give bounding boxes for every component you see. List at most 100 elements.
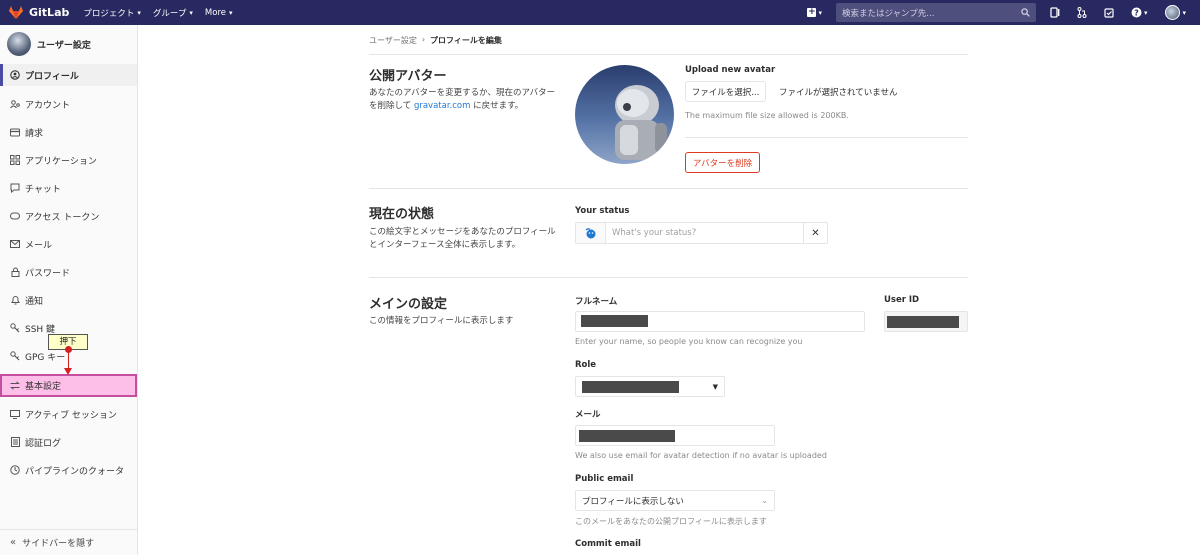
key-icon <box>10 351 20 361</box>
top-navbar: GitLab プロジェクト ▾ グループ ▾ More ▾ + ▾ 検索またはジャンプ先… <box>0 0 1200 25</box>
monitor-icon <box>10 409 20 419</box>
status-section-title: 現在の状態 <box>369 207 435 222</box>
sidebar-item-label: プロフィール <box>25 71 79 82</box>
sidebar-item-active-sessions[interactable]: アクティブ セッション <box>0 403 137 425</box>
sidebar-item-emails[interactable]: メール <box>0 233 137 255</box>
search-placeholder: 検索またはジャンプ先... <box>841 8 935 19</box>
sidebar-item-label: 認証ログ <box>25 438 62 449</box>
avatar-desc-text-2: に戻せます。 <box>470 101 524 111</box>
main-settings-title: メインの設定 <box>369 297 448 312</box>
public-email-value: プロフィールに表示しない <box>582 496 684 507</box>
chevron-down-icon: ▾ <box>137 8 141 17</box>
sidebar-item-notifications[interactable]: 通知 <box>0 289 137 311</box>
main-content: ユーザー設定 › プロフィールを編集 公開アバター あなたのアバターを変更するか… <box>138 25 1200 555</box>
preferences-icon <box>10 381 20 391</box>
fullname-help: Enter your name, so people you know can … <box>575 337 803 346</box>
merge-request-icon[interactable] <box>1077 7 1088 18</box>
plus-icon: + <box>807 7 817 17</box>
user-menu-button[interactable]: ▾ <box>1165 5 1186 20</box>
issues-icon[interactable] <box>1050 7 1061 18</box>
question-icon: ? <box>1131 7 1142 18</box>
applications-icon <box>10 155 20 165</box>
sidebar-title: ユーザー設定 <box>37 40 91 51</box>
search-input[interactable]: 検索またはジャンプ先... <box>835 3 1036 22</box>
sidebar-item-account[interactable]: アカウント <box>0 93 137 115</box>
sidebar-item-profile[interactable]: プロフィール <box>0 64 137 86</box>
token-icon <box>10 211 20 221</box>
sidebar-item-label: SSH 鍵 <box>25 324 56 335</box>
role-select[interactable]: ▼ <box>575 376 725 397</box>
search-icon <box>1021 8 1030 17</box>
svg-text:?: ? <box>1134 8 1139 17</box>
mail-icon <box>10 239 20 249</box>
sidebar-item-billing[interactable]: 請求 <box>0 121 137 143</box>
sidebar-item-pipeline-quota[interactable]: パイプラインのクォータ <box>0 459 137 481</box>
gitlab-tanuki-icon <box>9 6 23 19</box>
user-id-label: User ID <box>884 295 920 305</box>
todo-icon[interactable] <box>1104 7 1115 18</box>
collapse-sidebar-button[interactable]: « サイドバーを隠す <box>0 529 137 555</box>
fullname-label: フルネーム <box>575 297 618 307</box>
sidebar-item-label: パスワード <box>25 268 71 279</box>
sidebar-item-label: パイプラインのクォータ <box>25 466 125 477</box>
emoji-picker-button[interactable] <box>576 223 606 243</box>
commit-email-label: Commit email <box>575 539 641 549</box>
sidebar-item-label: 基本設定 <box>25 382 62 392</box>
avatar <box>7 32 31 56</box>
settings-sidebar: ユーザー設定 プロフィール アカウント 請求 アプリケーション チャット アクセ… <box>0 25 138 555</box>
collapse-sidebar-label: サイドバーを隠す <box>22 539 95 549</box>
caret-down-icon: ▼ <box>712 382 718 391</box>
avatar-preview <box>575 65 674 164</box>
choose-file-button[interactable]: ファイルを選択... <box>685 81 766 102</box>
sidebar-item-password[interactable]: パスワード <box>0 261 137 283</box>
key-icon <box>10 323 20 333</box>
sidebar-item-access-tokens[interactable]: アクセス トークン <box>0 205 137 227</box>
status-label: Your status <box>575 206 630 216</box>
sidebar-item-applications[interactable]: アプリケーション <box>0 149 137 171</box>
clear-status-button[interactable]: ✕ <box>803 223 827 243</box>
chevron-down-icon: ▾ <box>818 8 822 17</box>
credit-card-icon <box>10 127 20 137</box>
public-email-help: このメールをあなたの公開プロフィールに表示します <box>575 517 767 526</box>
status-message-input[interactable]: What's your status? <box>606 223 803 243</box>
nav-groups[interactable]: グループ ▾ <box>153 7 193 19</box>
sidebar-item-label: 請求 <box>25 128 44 139</box>
no-file-text: ファイルが選択されていません <box>779 88 898 98</box>
email-help: We also use email for avatar detection i… <box>575 451 827 460</box>
max-size-help: The maximum file size allowed is 200KB. <box>685 111 849 120</box>
sidebar-item-chat[interactable]: チャット <box>0 177 137 199</box>
sidebar-item-auth-log[interactable]: 認証ログ <box>0 431 137 453</box>
sidebar-item-preferences[interactable]: 基本設定 <box>0 374 137 397</box>
sidebar-item-label: 通知 <box>25 296 44 307</box>
comment-icon <box>10 183 20 193</box>
bell-icon <box>10 295 20 305</box>
help-button[interactable]: ? ▾ <box>1131 7 1147 18</box>
gravatar-link[interactable]: gravatar.com <box>414 101 470 111</box>
log-icon <box>10 437 20 447</box>
robot-avatar-image <box>615 85 667 160</box>
chevron-down-icon: ▾ <box>1182 8 1186 17</box>
nav-projects[interactable]: プロジェクト ▾ <box>83 7 141 19</box>
profile-icon <box>10 70 20 80</box>
remove-avatar-button[interactable]: アバターを削除 <box>685 152 760 173</box>
sidebar-item-label: メール <box>25 240 53 251</box>
public-email-label: Public email <box>575 474 634 484</box>
brand-name: GitLab <box>29 6 70 19</box>
breadcrumb-parent[interactable]: ユーザー設定 <box>369 35 417 46</box>
chevron-right-icon: › <box>421 35 426 44</box>
chevron-down-icon: ▾ <box>189 8 193 17</box>
nav-groups-label: グループ <box>152 8 187 19</box>
new-item-button[interactable]: + ▾ <box>807 8 822 17</box>
redacted-fullname <box>581 315 648 327</box>
breadcrumb: ユーザー設定 › プロフィールを編集 <box>369 35 502 46</box>
status-field: What's your status? ✕ <box>575 222 828 244</box>
sidebar-item-label: アクセス トークン <box>25 212 100 223</box>
user-avatar <box>1165 5 1181 20</box>
gitlab-logo[interactable]: GitLab <box>9 6 69 19</box>
avatar-section-desc: あなたのアバターを変更するか、現在のアバターを削除して gravatar.com… <box>369 87 559 113</box>
public-email-select[interactable]: プロフィールに表示しない ⌄ <box>575 490 775 511</box>
divider <box>369 188 968 189</box>
sidebar-header[interactable]: ユーザー設定 <box>0 25 137 63</box>
annotation-line <box>68 350 69 370</box>
nav-more[interactable]: More ▾ <box>205 8 233 18</box>
